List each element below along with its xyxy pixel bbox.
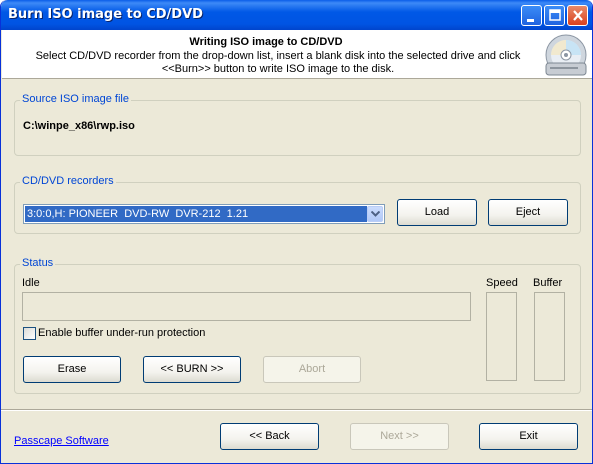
header-title: Writing ISO image to CD/DVD bbox=[189, 36, 343, 48]
minimize-icon bbox=[527, 19, 534, 22]
underrun-protection-checkbox[interactable] bbox=[23, 327, 36, 340]
buffer-meter bbox=[534, 292, 565, 381]
erase-button[interactable]: Erase bbox=[23, 356, 121, 383]
cd-disc-icon bbox=[545, 34, 587, 76]
dropdown-arrow-button[interactable] bbox=[367, 206, 383, 222]
burn-button[interactable]: << BURN >> bbox=[143, 356, 241, 383]
abort-button[interactable]: Abort bbox=[263, 356, 361, 383]
header-description: Select CD/DVD recorder from the drop-dow… bbox=[35, 50, 521, 75]
status-group-label: Status bbox=[20, 257, 56, 269]
recorder-dropdown[interactable]: 3:0:0,H: PIONEER DVD-RW DVR-212 1.21 bbox=[23, 204, 385, 224]
load-button[interactable]: Load bbox=[397, 199, 477, 226]
wizard-header: Writing ISO image to CD/DVD Select CD/DV… bbox=[2, 30, 592, 79]
exit-button[interactable]: Exit bbox=[479, 423, 578, 450]
recorder-selected-value: 3:0:0,H: PIONEER DVD-RW DVR-212 1.21 bbox=[25, 206, 367, 222]
buffer-label: Buffer bbox=[533, 277, 563, 289]
close-button[interactable] bbox=[567, 5, 588, 26]
back-button[interactable]: << Back bbox=[220, 423, 319, 450]
chevron-down-icon bbox=[371, 211, 380, 217]
speed-meter bbox=[486, 292, 517, 381]
minimize-button[interactable] bbox=[521, 5, 542, 26]
speed-label: Speed bbox=[486, 277, 518, 289]
burn-iso-window: Burn ISO image to CD/DVD Writing ISO ima… bbox=[0, 0, 593, 464]
underrun-protection-label[interactable]: Enable buffer under-run protection bbox=[38, 327, 205, 339]
title-bar[interactable]: Burn ISO image to CD/DVD bbox=[1, 0, 592, 30]
maximize-button[interactable] bbox=[544, 5, 565, 26]
eject-button[interactable]: Eject bbox=[488, 199, 568, 226]
source-iso-path: C:\winpe_x86\rwp.iso bbox=[23, 120, 135, 132]
recorders-group-label: CD/DVD recorders bbox=[20, 175, 116, 187]
close-icon bbox=[573, 10, 583, 21]
next-button[interactable]: Next >> bbox=[350, 423, 449, 450]
source-iso-group-label: Source ISO image file bbox=[20, 93, 131, 105]
window-title: Burn ISO image to CD/DVD bbox=[8, 7, 203, 22]
status-state-text: Idle bbox=[22, 277, 40, 289]
maximize-icon bbox=[549, 9, 561, 21]
footer-divider bbox=[1, 409, 592, 411]
passcape-software-link[interactable]: Passcape Software bbox=[14, 435, 109, 447]
burn-progress-bar bbox=[22, 292, 471, 321]
